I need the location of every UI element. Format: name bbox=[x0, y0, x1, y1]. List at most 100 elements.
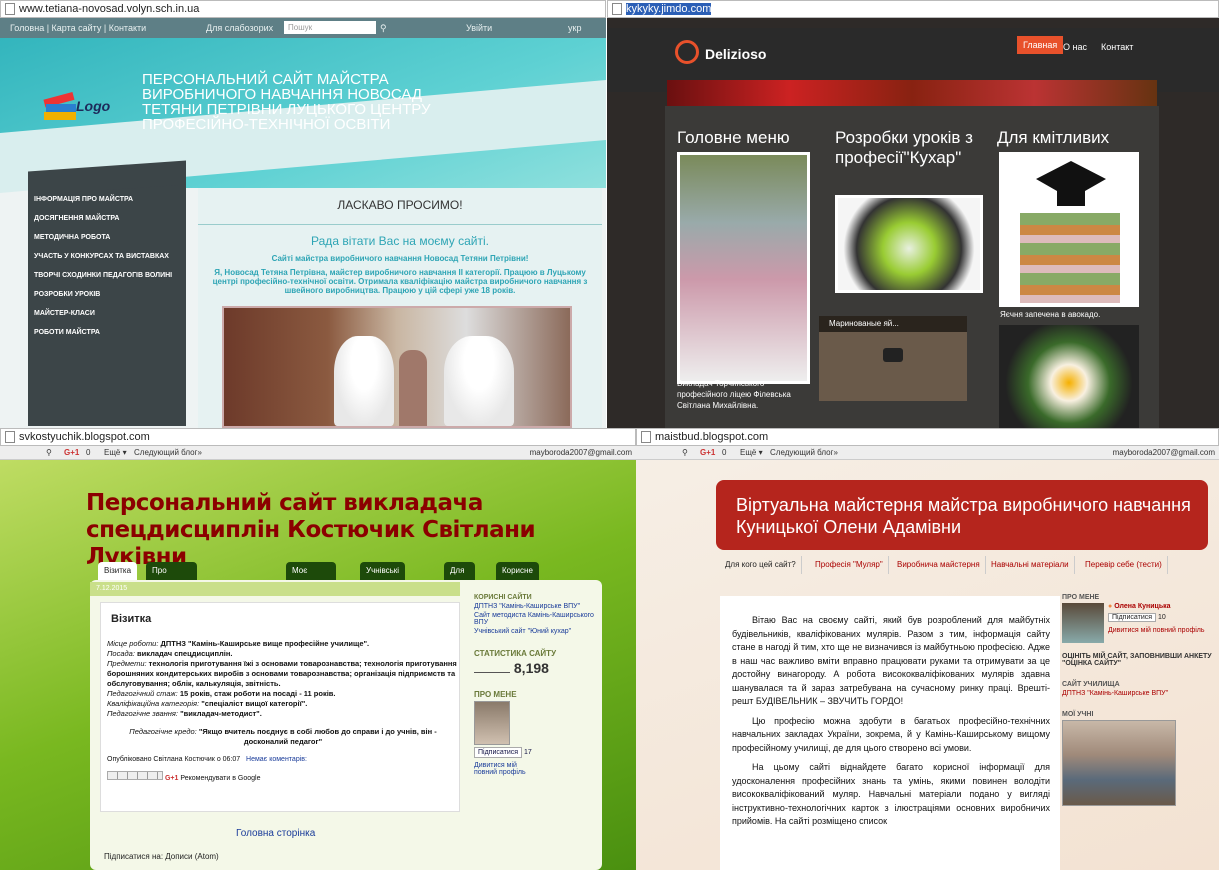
tab-mason[interactable]: Професія "Муляр" bbox=[810, 556, 889, 574]
site-logo[interactable]: Logo bbox=[42, 88, 112, 128]
students-photo[interactable] bbox=[1062, 720, 1176, 806]
search-icon[interactable]: ⚲ bbox=[380, 18, 387, 38]
post-line: Кваліфікаційна категорія: "спеціаліст ви… bbox=[107, 699, 459, 709]
column-title-smart[interactable]: Для кмітливих bbox=[997, 128, 1109, 148]
profile-link[interactable]: Дивитися мій повний профіль bbox=[474, 762, 534, 776]
follow-button[interactable]: Підписатися bbox=[1108, 613, 1157, 622]
paragraph: Цю професію можна здобути в багатьох про… bbox=[732, 715, 1050, 753]
more-menu[interactable]: Ещё ▾ bbox=[104, 446, 127, 460]
post: Візитка Місце роботи: ДПТНЗ "Камінь-Каши… bbox=[100, 602, 460, 812]
tab-for-students[interactable]: Для учнів bbox=[444, 562, 475, 593]
useful-link[interactable]: Сайт методиста Камінь-Каширського ВПУ bbox=[474, 612, 600, 626]
top-links[interactable]: Головна | Карта сайту | Контакти bbox=[10, 18, 146, 38]
welcome-heading: ЛАСКАВО ПРОСИМО! bbox=[337, 198, 463, 212]
blog-title[interactable]: Віртуальна майстерня майстра виробничого… bbox=[716, 480, 1208, 550]
avatar[interactable] bbox=[1062, 603, 1104, 643]
post-title[interactable]: Візитка bbox=[111, 613, 151, 625]
address-bar[interactable]: svkostyuchik.blogspot.com bbox=[0, 428, 636, 446]
menu-item-achievements[interactable]: ДОСЯГНЕННЯ МАЙСТРА bbox=[28, 215, 186, 223]
column-title-main-menu[interactable]: Головне меню bbox=[677, 128, 790, 148]
rate-site-heading[interactable]: ОЦІНІТЬ МІЙ САЙТ, ЗАПОВНИВШИ АНКЕТУ "ОЦІ… bbox=[1062, 653, 1212, 667]
line-label: Посада: bbox=[107, 649, 135, 658]
salad-photo[interactable] bbox=[835, 195, 983, 293]
post-footer: Опубліковано Світлана Костючик о 06:07 Н… bbox=[107, 755, 459, 765]
gplus-button[interactable]: G+1 bbox=[700, 446, 715, 460]
credo-label: Педагогічне кредо: bbox=[129, 727, 197, 736]
gplus-button[interactable]: G+1 bbox=[64, 446, 79, 460]
subscribe-link[interactable]: Підписатися на: Дописи (Atom) bbox=[104, 852, 219, 861]
menu-item-methodology[interactable]: МЕТОДИЧНА РОБОТА bbox=[28, 234, 186, 242]
tab-student-works[interactable]: Учнівські роботи bbox=[360, 562, 406, 593]
useful-link[interactable]: ДПТНЗ "Камінь-Каширське ВПУ" bbox=[474, 603, 600, 610]
blog-title[interactable]: Персональний сайт викладача спецдисциплі… bbox=[86, 490, 606, 571]
follow-button[interactable]: Підписатися bbox=[474, 747, 523, 758]
profile-name-row: ● Олена Куницька bbox=[1108, 603, 1171, 610]
profile-link[interactable]: Дивитися мій повний профіль bbox=[1108, 627, 1208, 634]
nav-item-contact[interactable]: Контакт bbox=[1101, 42, 1133, 52]
next-blog-link[interactable]: Следующий блог» bbox=[770, 446, 838, 460]
egg-avocado-photo[interactable] bbox=[999, 325, 1139, 430]
share-icons[interactable] bbox=[107, 771, 163, 780]
brand-name[interactable]: Delizioso bbox=[705, 46, 766, 62]
tab-useful-video[interactable]: Корисне відео bbox=[496, 562, 539, 593]
page-icon bbox=[5, 3, 15, 15]
nav-item-about[interactable]: О нас bbox=[1063, 42, 1087, 52]
nav-item-home[interactable]: Главная bbox=[1017, 36, 1064, 54]
gplus-button[interactable]: G+1 bbox=[165, 775, 178, 782]
tab-workshop[interactable]: Виробнича майстерня bbox=[892, 556, 986, 574]
language-select[interactable]: укр bbox=[568, 18, 581, 38]
about-heading: ПРО МЕНЕ bbox=[474, 690, 517, 699]
home-link[interactable]: Головна сторінка bbox=[236, 828, 315, 839]
page-icon bbox=[5, 431, 15, 443]
tab-portfolio[interactable]: Моє портфоліо bbox=[286, 562, 337, 593]
column-title-lessons[interactable]: Розробки уроків з професії"Кухар" bbox=[835, 128, 995, 168]
tab-materials[interactable]: Навчальні матеріали bbox=[986, 556, 1075, 574]
gplus-count: 0 bbox=[722, 448, 727, 457]
menu-item-lessons[interactable]: РОЗРОБКИ УРОКІВ bbox=[28, 291, 186, 299]
useful-link[interactable]: Учнівський сайт "Юний кухар" bbox=[474, 628, 600, 635]
avatar[interactable] bbox=[474, 701, 510, 745]
line-label: Педагогічне звання: bbox=[107, 709, 179, 718]
school-link[interactable]: ДПТНЗ "Камінь-Каширське ВПУ" bbox=[1062, 690, 1168, 697]
more-menu[interactable]: Ещё ▾ bbox=[740, 446, 763, 460]
post-line: Педагогічне звання: "викладач-методист". bbox=[107, 709, 459, 719]
next-blog-link[interactable]: Следующий блог» bbox=[134, 446, 202, 460]
comments-link[interactable]: Немає коментарів: bbox=[246, 756, 307, 763]
graduation-books-photo[interactable] bbox=[999, 152, 1139, 307]
blogger-navbar: ⚲ G+1 0 Ещё ▾ Следующий блог» mayboroda2… bbox=[0, 446, 636, 460]
tab-professions[interactable]: Про професії кухаря, кондитера bbox=[146, 562, 197, 629]
tab-for-whom[interactable]: Для кого цей сайт? bbox=[720, 556, 802, 574]
menu-item-creative-steps[interactable]: ТВОРЧІ СХОДИНКИ ПЕДАГОГІВ ВОЛИНІ bbox=[28, 272, 186, 280]
user-email[interactable]: mayboroda2007@gmail.com bbox=[530, 446, 632, 460]
search-icon[interactable]: ⚲ bbox=[46, 446, 52, 460]
address-bar[interactable]: www.tetiana-novosad.volyn.sch.in.ua bbox=[0, 0, 606, 18]
menu-item-contests[interactable]: УЧАСТЬ У КОНКУРСАХ ТА ВИСТАВКАХ bbox=[28, 253, 186, 261]
user-email[interactable]: mayboroda2007@gmail.com bbox=[1113, 446, 1215, 460]
login-link[interactable]: Увійти bbox=[466, 18, 492, 38]
teacher-caption: Викладач Торчинського професійного ліцею… bbox=[677, 379, 791, 410]
play-icon[interactable] bbox=[883, 348, 903, 362]
line-value: викладач спецдисциплін. bbox=[137, 649, 233, 658]
books-stack bbox=[1020, 213, 1120, 303]
address-bar[interactable]: kykyky.jimdo.com bbox=[607, 0, 1219, 18]
avocado-caption: Яєчня запечена в авокадо. bbox=[1000, 310, 1101, 319]
greeting-text: Рада вітати Вас на моєму сайті. bbox=[311, 234, 489, 248]
published-by[interactable]: Опубліковано Світлана Костючик о 06:07 bbox=[107, 756, 240, 763]
search-icon[interactable]: ⚲ bbox=[682, 446, 688, 460]
blog-body: 7.12.2015 Візитка Місце роботи: ДПТНЗ "К… bbox=[90, 580, 602, 870]
tab-vizytka[interactable]: Візитка bbox=[98, 562, 138, 580]
profile-name[interactable]: Олена Куницька bbox=[1114, 603, 1170, 610]
search-input[interactable]: Пошук bbox=[284, 21, 376, 34]
line-label: Педагогічний стаж: bbox=[107, 689, 178, 698]
menu-item-info[interactable]: ІНФОРМАЦІЯ ПРО МАЙСТРА bbox=[28, 196, 186, 204]
address-bar[interactable]: maistbud.blogspot.com bbox=[636, 428, 1219, 446]
post-date: 7.12.2015 bbox=[90, 582, 460, 596]
stats-row: 8,198 bbox=[474, 660, 600, 676]
line-label: Місце роботи: bbox=[107, 639, 159, 648]
tab-tests[interactable]: Перевір себе (тести) bbox=[1080, 556, 1168, 574]
video-embed[interactable]: Маринованые яй... bbox=[819, 316, 967, 401]
post-body: Місце роботи: ДПТНЗ "Камінь-Каширське ви… bbox=[107, 639, 459, 784]
menu-item-master-classes[interactable]: МАЙСТЕР-КЛАСИ bbox=[28, 310, 186, 318]
menu-item-works[interactable]: РОБОТИ МАЙСТРА bbox=[28, 329, 186, 337]
low-vision-link[interactable]: Для слабозорих bbox=[206, 18, 273, 38]
